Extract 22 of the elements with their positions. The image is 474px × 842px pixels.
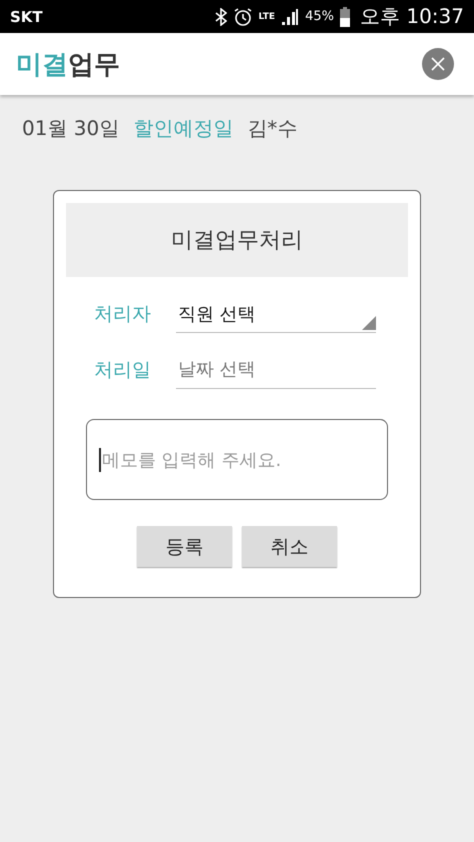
carrier-name: SKT (10, 8, 44, 26)
cancel-button[interactable]: 취소 (242, 526, 337, 567)
register-button[interactable]: 등록 (137, 526, 232, 567)
signal-icon (281, 8, 300, 26)
app-title: 미결업무 (16, 48, 120, 82)
type-text: 할인예정일 (133, 115, 234, 142)
field-label: 처리일 (94, 358, 152, 383)
staff-dropdown[interactable]: 직원 선택 (176, 295, 376, 333)
bluetooth-icon (214, 8, 227, 26)
battery-icon (340, 6, 350, 26)
alarm-icon (232, 6, 253, 26)
close-icon (430, 56, 446, 72)
date-field[interactable]: 날짜 선택 (176, 351, 376, 389)
customer-name: 김*수 (247, 115, 298, 142)
dialog-title: 미결업무처리 (66, 203, 408, 277)
clock: 오후 10:37 (360, 3, 464, 30)
battery-percent: 45% (305, 9, 334, 24)
date-text: 01월 30일 (22, 115, 120, 142)
network-label: LTE (258, 12, 276, 22)
field-label: 처리자 (94, 302, 152, 327)
close-button[interactable] (422, 48, 454, 80)
dropdown-arrow-icon (362, 316, 376, 330)
